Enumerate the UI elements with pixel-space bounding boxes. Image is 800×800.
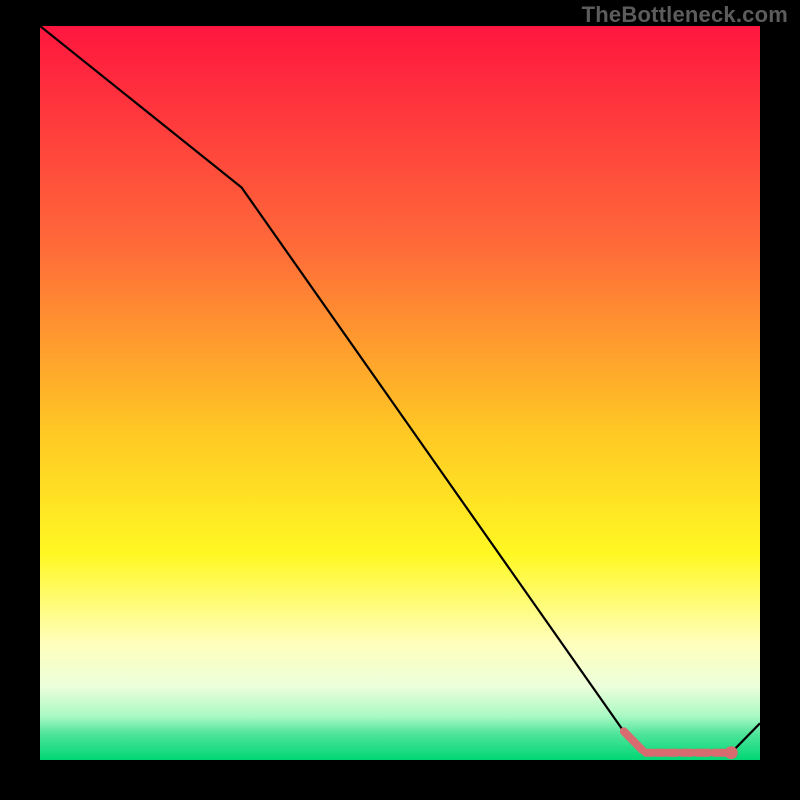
highlight-end-dot: [725, 746, 738, 759]
chart-svg: [40, 26, 760, 760]
chart-plot-area: [40, 26, 760, 760]
chart-background: [40, 26, 760, 760]
chart-frame: TheBottleneck.com: [0, 0, 800, 800]
watermark-text: TheBottleneck.com: [582, 2, 788, 28]
